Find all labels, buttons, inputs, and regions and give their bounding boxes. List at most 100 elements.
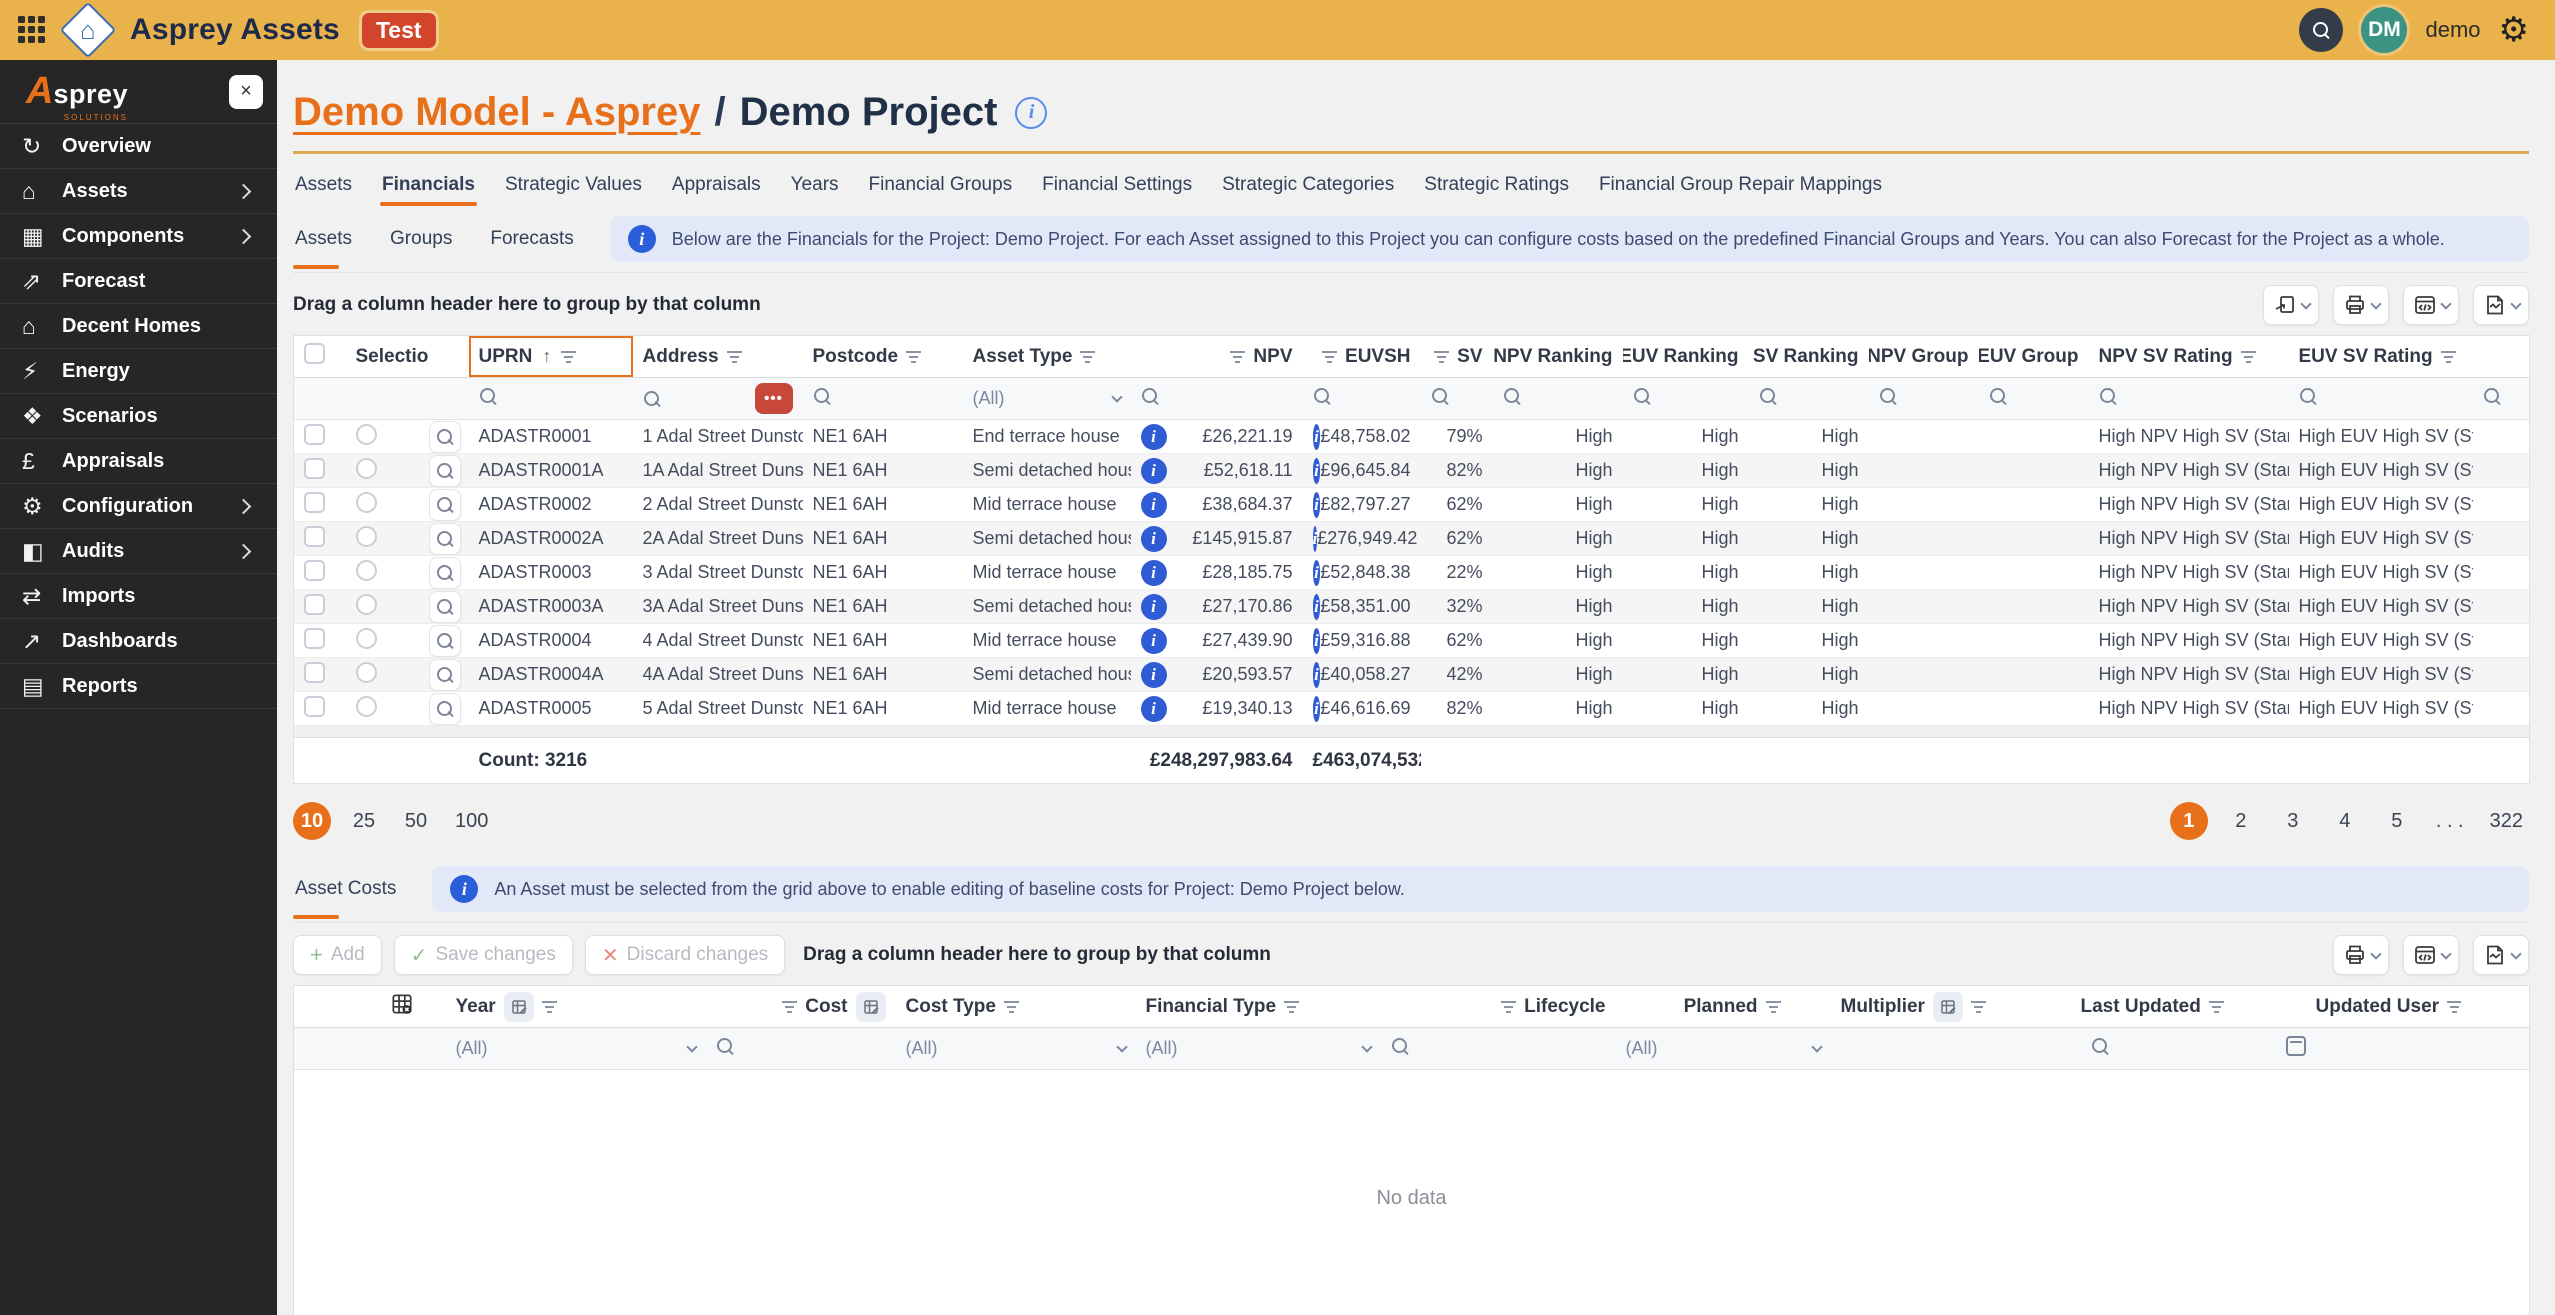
col-header-cost-type[interactable]: Cost Type xyxy=(895,985,1136,1028)
page-number[interactable]: 322 xyxy=(2484,802,2529,840)
npv-info-icon[interactable] xyxy=(1140,525,1167,552)
col-header-npv-sv-rating[interactable]: NPV SV Rating xyxy=(2088,335,2289,378)
col-header-financial-type[interactable]: Financial Type xyxy=(1135,985,1381,1028)
filter-icon[interactable] xyxy=(726,350,742,363)
project-tab[interactable]: Financials xyxy=(380,168,477,206)
discard-changes-button[interactable]: ✕ Discard changes xyxy=(584,935,786,975)
filter-icon[interactable] xyxy=(1284,1000,1300,1013)
asset-row[interactable]: ADASTR0002 2 Adal Street Dunston NE1 6AH… xyxy=(293,487,2530,522)
sidebar-item[interactable]: ↗ Dashboards xyxy=(0,619,277,664)
sidebar-item[interactable]: £ Appraisals xyxy=(0,439,277,484)
project-tab[interactable]: Strategic Categories xyxy=(1220,168,1396,206)
project-tab[interactable]: Strategic Values xyxy=(503,168,644,206)
page-number[interactable]: 4 xyxy=(2326,802,2364,840)
npv-info-icon[interactable] xyxy=(1140,559,1167,586)
page-number[interactable]: 5 xyxy=(2378,802,2416,840)
row-radio[interactable] xyxy=(355,525,377,547)
project-tab[interactable]: Assets xyxy=(293,168,354,206)
export-code-button[interactable] xyxy=(2403,935,2459,975)
euvsh-info-icon[interactable] xyxy=(1312,593,1321,620)
filter-address[interactable] xyxy=(632,377,803,420)
col-header-year[interactable]: Year xyxy=(445,985,706,1028)
project-tab[interactable]: Strategic Ratings xyxy=(1422,168,1571,206)
filter-icon[interactable] xyxy=(561,350,577,363)
page-size-option[interactable]: 25 xyxy=(345,802,383,840)
col-header-postcode[interactable]: Postcode xyxy=(802,335,963,378)
filter-last-updated[interactable] xyxy=(2010,1027,2246,1070)
filter-updated-user[interactable] xyxy=(2245,1027,2461,1070)
sidebar-item[interactable]: ❖ Scenarios xyxy=(0,394,277,439)
row-radio[interactable] xyxy=(355,661,377,683)
col-header-updated-user[interactable]: Updated User xyxy=(2245,985,2461,1028)
filter-icon[interactable] xyxy=(1230,350,1246,363)
sidebar-item[interactable]: ⚡ Energy xyxy=(0,349,277,394)
print-button[interactable] xyxy=(2333,285,2389,325)
column-chooser-button[interactable] xyxy=(2263,285,2319,325)
euvsh-info-icon[interactable] xyxy=(1312,423,1321,450)
filter-uprn[interactable] xyxy=(468,377,633,420)
row-detail-search-button[interactable] xyxy=(428,454,461,487)
row-radio[interactable] xyxy=(355,559,377,581)
euvsh-info-icon[interactable] xyxy=(1312,457,1321,484)
export-code-button[interactable] xyxy=(2403,285,2459,325)
filter-euv-sv-rating[interactable] xyxy=(2288,377,2473,420)
row-checkbox[interactable] xyxy=(304,525,325,547)
sidebar-item[interactable]: ⇗ Forecast xyxy=(0,259,277,304)
filter-cost-type[interactable]: (All) xyxy=(895,1027,1136,1070)
row-radio[interactable] xyxy=(355,491,377,513)
row-checkbox[interactable] xyxy=(304,627,325,649)
npv-info-icon[interactable] xyxy=(1140,627,1167,654)
row-checkbox[interactable] xyxy=(304,661,325,683)
col-header-euv-group[interactable]: EUV Group xyxy=(1978,335,2089,378)
npv-info-icon[interactable] xyxy=(1140,457,1167,484)
sidebar-close-button[interactable]: × xyxy=(229,74,263,109)
npv-info-icon[interactable] xyxy=(1140,423,1167,450)
project-tab[interactable]: Financial Settings xyxy=(1040,168,1194,206)
col-header-sv[interactable]: SV xyxy=(1420,335,1493,378)
save-changes-button[interactable]: ✓ Save changes xyxy=(393,935,573,975)
row-radio[interactable] xyxy=(355,457,377,479)
col-header-npv-ranking[interactable]: NPV Ranking xyxy=(1492,335,1623,378)
npv-info-icon[interactable] xyxy=(1140,661,1167,688)
filter-icon[interactable] xyxy=(1501,1000,1517,1013)
page-number[interactable]: 3 xyxy=(2274,802,2312,840)
sidebar-item[interactable]: ▦ Components xyxy=(0,214,277,259)
col-header-euv-sv-rating[interactable]: EUV SV Rating xyxy=(2288,335,2473,378)
sidebar-item[interactable]: ⌂ Decent Homes xyxy=(0,304,277,349)
col-header-npv-group[interactable]: NPV Group xyxy=(1868,335,1979,378)
col-header-npv[interactable]: NPV xyxy=(1130,335,1303,378)
sidebar-item[interactable]: ◧ Audits xyxy=(0,529,277,574)
filter-asset-type[interactable]: (All) xyxy=(962,377,1131,420)
sidebar-item[interactable]: ▤ Reports xyxy=(0,664,277,709)
row-radio[interactable] xyxy=(355,695,377,717)
row-detail-search-button[interactable] xyxy=(428,624,461,657)
row-checkbox[interactable] xyxy=(304,423,325,445)
project-tab[interactable]: Financial Group Repair Mappings xyxy=(1597,168,1884,206)
filter-cost[interactable] xyxy=(705,1027,896,1070)
filter-year[interactable]: (All) xyxy=(445,1027,706,1070)
select-all-checkbox[interactable] xyxy=(304,343,325,364)
export-file-button[interactable] xyxy=(2473,285,2529,325)
project-tab[interactable]: Years xyxy=(789,168,841,206)
sidebar-item[interactable]: ⌂ Assets xyxy=(0,169,277,214)
row-checkbox[interactable] xyxy=(304,457,325,479)
filter-multiplier[interactable] xyxy=(1830,1027,2011,1070)
filter-npv-ranking[interactable] xyxy=(1492,377,1623,420)
euvsh-info-icon[interactable] xyxy=(1312,661,1321,688)
col-header-euv-ranking[interactable]: EUV Ranking xyxy=(1622,335,1749,378)
col-header-uprn[interactable]: UPRN ↑ xyxy=(468,335,633,378)
col-header-selection[interactable]: Selection xyxy=(345,335,429,378)
filter-icon[interactable] xyxy=(1003,1000,1019,1013)
col-header-multiplier[interactable]: Multiplier xyxy=(1830,985,2011,1028)
row-checkbox[interactable] xyxy=(304,559,325,581)
col-header-cost[interactable]: Cost xyxy=(705,985,896,1028)
col-header-row-tools[interactable] xyxy=(293,985,446,1028)
financials-subtab[interactable]: Groups xyxy=(388,220,454,258)
row-detail-search-button[interactable] xyxy=(428,420,461,453)
project-tab[interactable]: Appraisals xyxy=(670,168,763,206)
filter-euvsh[interactable] xyxy=(1302,377,1421,420)
active-filter-badge[interactable] xyxy=(754,383,793,414)
row-detail-search-button[interactable] xyxy=(428,590,461,623)
filter-lifecycle[interactable] xyxy=(1380,1027,1616,1070)
row-detail-search-button[interactable] xyxy=(428,556,461,589)
